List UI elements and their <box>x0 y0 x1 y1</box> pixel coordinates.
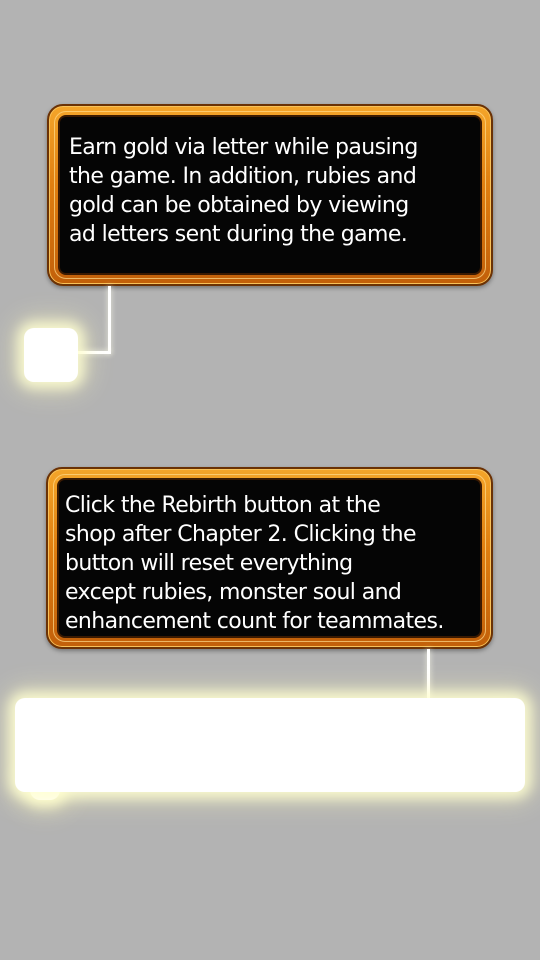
tooltip-text: Earn gold via letter while pausing the g… <box>69 135 418 247</box>
tooltip-connector-line <box>427 649 430 699</box>
tooltip-connector-line <box>108 286 111 354</box>
tooltip-panel: Click the Rebirth button at the shop aft… <box>57 478 482 638</box>
letter-button-highlight[interactable] <box>24 328 78 382</box>
shop-rebirth-area-highlight[interactable] <box>15 698 525 792</box>
tutorial-tooltip-letter: Earn gold via letter while pausing the g… <box>47 104 493 286</box>
tooltip-text: Click the Rebirth button at the shop aft… <box>65 493 444 634</box>
tooltip-connector-line <box>78 351 111 354</box>
tooltip-panel: Earn gold via letter while pausing the g… <box>58 115 482 275</box>
tutorial-tooltip-rebirth: Click the Rebirth button at the shop aft… <box>46 467 493 649</box>
